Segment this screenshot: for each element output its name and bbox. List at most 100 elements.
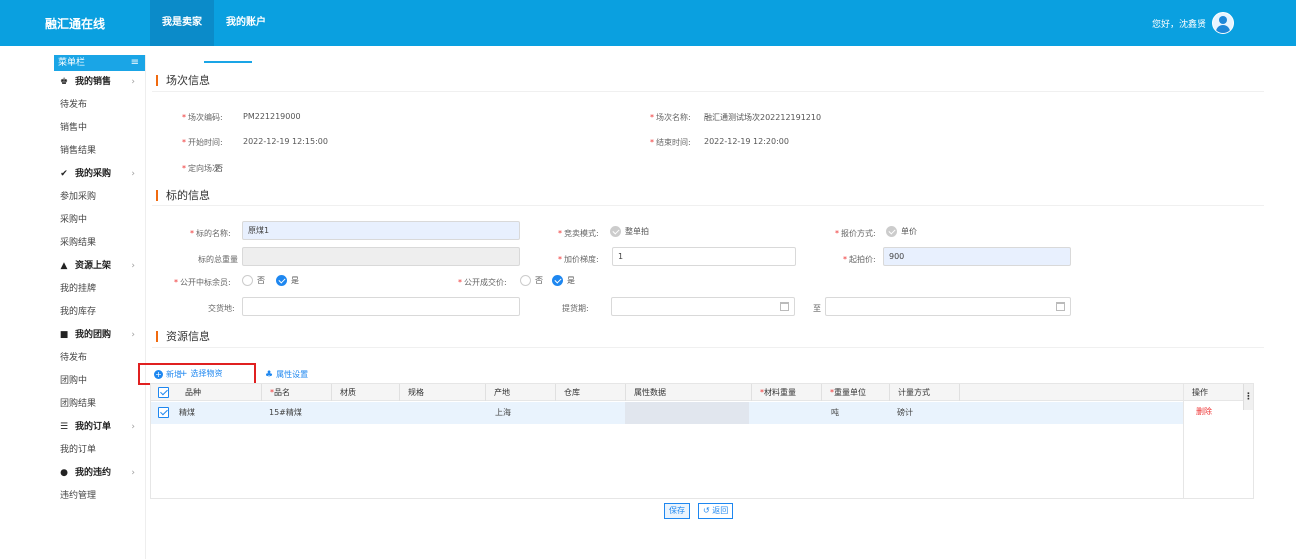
sidebar-item-gb-pending[interactable]: 待发布 [54, 347, 145, 370]
start-price-label: * 起拍价: [843, 255, 876, 264]
chevron-right-icon: › [131, 169, 135, 179]
sidebar-group-orders[interactable]: ☰ 我的订单 › [54, 416, 145, 439]
sidebar-group-purchase[interactable]: ✔ 我的采购 › [54, 163, 145, 186]
sidebar-item-gb-result[interactable]: 团购结果 [54, 393, 145, 416]
bid-mode-option[interactable]: 整单拍 [610, 226, 649, 237]
session-code-value: PM221219000 [243, 112, 301, 121]
col-material: 材质 [331, 384, 356, 401]
table-header: 品种 *品名 材质 规格 产地 仓库 属性数据 *材料重量 *重量单位 计量方式 [151, 384, 1253, 401]
sidebar-group-label: 我的采购 [75, 169, 112, 179]
sidebar-item-purchasing[interactable]: 采购中 [54, 209, 145, 232]
alert-icon: ● [60, 468, 68, 478]
sidebar-title: 菜单栏 [58, 58, 86, 68]
sidebar-item-join-purchase[interactable]: 参加采购 [54, 186, 145, 209]
quote-method-label: * 报价方式: [835, 229, 876, 238]
graduation-cap-icon: ▲ [60, 261, 68, 271]
chevron-right-icon: › [131, 330, 135, 340]
lot-total-weight-input[interactable] [242, 247, 520, 266]
pickup-start-input[interactable] [611, 297, 795, 316]
sidebar-group-label: 我的销售 [75, 77, 112, 87]
sidebar-item-selling[interactable]: 销售中 [54, 117, 145, 140]
calendar-icon[interactable] [780, 302, 789, 311]
sidebar: 菜单栏 ≡ ♚ 我的销售 › 待发布 销售中 销售结果 ✔ 我的采购 › 参加采购 采购… [54, 55, 146, 559]
sidebar-item-gb-ongoing[interactable]: 团购中 [54, 370, 145, 393]
chevron-right-icon: › [131, 468, 135, 478]
row-checkbox[interactable] [158, 407, 169, 418]
sidebar-item-my-orders[interactable]: 我的订单 [54, 439, 145, 462]
checked-circle-icon [610, 226, 621, 237]
sidebar-group-listing[interactable]: ▲ 资源上架 › [54, 255, 145, 278]
users-icon: ♣ [265, 369, 274, 380]
cell-unit: 吨 [831, 408, 839, 417]
user-menu[interactable]: 您好，沈鑫贤 [1152, 12, 1234, 34]
divider [152, 205, 1264, 206]
sidebar-group-groupbuy[interactable]: ■ 我的团购 › [54, 324, 145, 347]
list-icon: ☰ [59, 422, 69, 432]
pickup-end-input[interactable] [825, 297, 1071, 316]
select-material-button[interactable]: + 选择物资 [180, 368, 223, 379]
sidebar-item-breach-mgmt[interactable]: 违约管理 [54, 485, 145, 508]
sidebar-group-label: 资源上架 [75, 261, 112, 271]
lot-name-input[interactable]: 原煤1 [242, 221, 520, 240]
sidebar-group-breach[interactable]: ● 我的违约 › [54, 462, 145, 485]
chevron-right-icon: › [131, 77, 135, 87]
chevron-right-icon: › [131, 261, 135, 271]
return-icon: ↺ [703, 506, 713, 515]
radio-icon [242, 275, 253, 286]
sidebar-group-sales[interactable]: ♚ 我的销售 › [54, 71, 145, 94]
start-price-input[interactable]: 900 [883, 247, 1071, 266]
kebab-menu-icon[interactable]: ⋮ [1243, 384, 1253, 410]
section-title-lot: 标的信息 [156, 187, 210, 203]
quote-method-option[interactable]: 单价 [886, 226, 917, 237]
tab-seller[interactable]: 我是卖家 [150, 0, 214, 46]
sidebar-group-label: 我的订单 [75, 422, 112, 432]
divider [152, 91, 1264, 92]
plus-circle-icon: + [154, 370, 163, 379]
attribute-settings-button[interactable]: ♣ 属性设置 [265, 369, 308, 380]
public-deal-no[interactable]: 否 [520, 275, 543, 286]
brand-logo[interactable]: 融汇通在线 [0, 15, 150, 32]
col-attr-data: 属性数据 [625, 384, 666, 401]
sidebar-item-purchase-result[interactable]: 采购结果 [54, 232, 145, 255]
table-row[interactable]: 精煤 15#精煤 上海 吨 磅计 [151, 402, 1253, 424]
public-bidder-yes[interactable]: 是 [276, 275, 299, 286]
checked-circle-icon [276, 275, 287, 286]
col-weight: *材料重量 [751, 384, 796, 401]
check-circle-icon: ✔ [60, 169, 68, 179]
col-product: *品名 [261, 384, 290, 401]
add-button[interactable]: + 新增 [154, 369, 182, 380]
hamburger-icon[interactable]: ≡ [131, 55, 139, 71]
col-warehouse: 仓库 [555, 384, 580, 401]
top-navbar: 融汇通在线 我是卖家 我的账户 您好，沈鑫贤 [0, 0, 1296, 46]
operation-column: 操作 删除 ⋮ [1183, 384, 1253, 498]
user-greeting: 您好，沈鑫贤 [1151, 19, 1206, 30]
tab-account[interactable]: 我的账户 [214, 0, 278, 46]
radio-icon [520, 275, 531, 286]
avatar-icon[interactable] [1212, 12, 1234, 34]
cell-attr-data[interactable] [625, 402, 749, 424]
col-spec: 规格 [399, 384, 424, 401]
delivery-label: 交货地: [208, 304, 235, 313]
cell-product: 15#精煤 [269, 408, 302, 417]
sidebar-group-label: 我的违约 [75, 468, 112, 478]
calendar-icon[interactable] [1056, 302, 1065, 311]
sidebar-group-label: 我的团购 [75, 330, 112, 340]
save-button[interactable]: 保存 [664, 503, 690, 519]
public-bidder-no[interactable]: 否 [242, 275, 265, 286]
sidebar-item-pending[interactable]: 待发布 [54, 94, 145, 117]
sidebar-item-sales-result[interactable]: 销售结果 [54, 140, 145, 163]
step-label: * 加价梯度: [558, 255, 599, 264]
seller-icon: ♚ [59, 77, 69, 87]
select-all-checkbox[interactable] [158, 387, 169, 398]
sidebar-item-my-listing[interactable]: 我的挂牌 [54, 278, 145, 301]
sidebar-header: 菜单栏 ≡ [54, 55, 145, 71]
back-button[interactable]: ↺ 返回 [698, 503, 734, 519]
step-input[interactable]: 1 [612, 247, 796, 266]
shop-icon: ■ [59, 330, 69, 340]
sidebar-item-my-stock[interactable]: 我的库存 [54, 301, 145, 324]
col-origin: 产地 [485, 384, 510, 401]
public-deal-yes[interactable]: 是 [552, 275, 575, 286]
start-time-label: * 开始时间: [182, 138, 223, 147]
delivery-input[interactable] [242, 297, 520, 316]
session-name-value: 融汇通测试场次202212191210 [704, 113, 822, 122]
